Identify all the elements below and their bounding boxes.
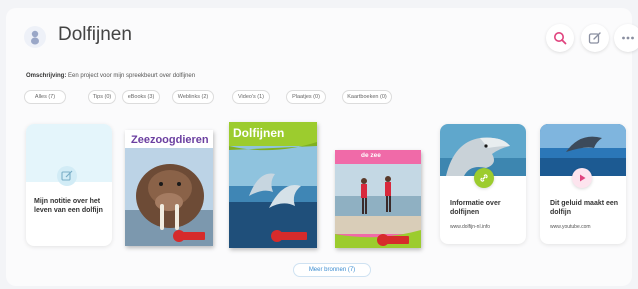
publisher-label [387,236,409,244]
video-card[interactable]: Dit geluid maakt een dolfijn www.youtube… [540,124,626,244]
description-text: Een project voor mijn spreekbeurt over d… [68,73,196,79]
link-icon [474,168,494,188]
page-title: Dolfijnen [58,24,132,45]
description-label: Omschrijving: [26,73,67,79]
video-title: Dit geluid maakt een dolfijn [550,200,619,216]
publisher-label [281,232,307,240]
bear-icon [24,26,46,48]
ebook-zeezoogdieren[interactable]: Zeezoogdieren [125,130,213,246]
note-icon [57,166,77,186]
ebook-title: Dolfijnen [233,126,285,140]
ebook-title: Zeezoogdieren [131,134,209,146]
video-url: www.youtube.com [550,224,591,230]
publisher-label [183,232,205,240]
weblink-title: Informatie over dolfijnen [450,200,501,216]
weblink-card[interactable]: Informatie over dolfijnen www.dolfijn-nl… [440,124,526,244]
dolphin-cover-illustration [229,142,317,248]
filter-chip-maps[interactable]: Kaartboeken (0) [342,90,392,104]
project-description: Omschrijving: Een project voor mijn spre… [26,73,195,79]
beach-cover-illustration [335,164,421,248]
filter-chip-images[interactable]: Plaatjes (0) [286,90,326,104]
more-icon [622,36,634,40]
filter-chip-weblinks[interactable]: Weblinks (2) [172,90,214,104]
search-icon [554,32,567,45]
search-button[interactable] [546,24,574,52]
walrus-illustration [125,148,213,246]
more-sources-button[interactable]: Meer bronnen (7) [293,263,371,277]
ebook-dolfijnen[interactable]: Dolfijnen [229,122,317,248]
filter-chip-all[interactable]: Alles (7) [24,90,66,104]
note-card[interactable]: Mijn notitie over het leven van een dolf… [26,124,112,246]
ebook-de-zee[interactable]: de zee [335,150,421,248]
filter-chip-videos[interactable]: Video's (1) [232,90,270,104]
ebook-title: de zee [361,152,381,159]
project-header: Dolfijnen [18,20,638,56]
note-title: Mijn notitie over het leven van een dolf… [34,198,103,214]
edit-button[interactable] [581,24,609,52]
edit-icon [588,32,601,44]
filter-chip-ebooks[interactable]: eBooks (3) [122,90,160,104]
weblink-url: www.dolfijn-nl.info [450,224,491,230]
play-icon [572,168,592,188]
more-options-button[interactable] [614,24,638,52]
filter-chip-tips[interactable]: Tips (0) [88,90,116,104]
